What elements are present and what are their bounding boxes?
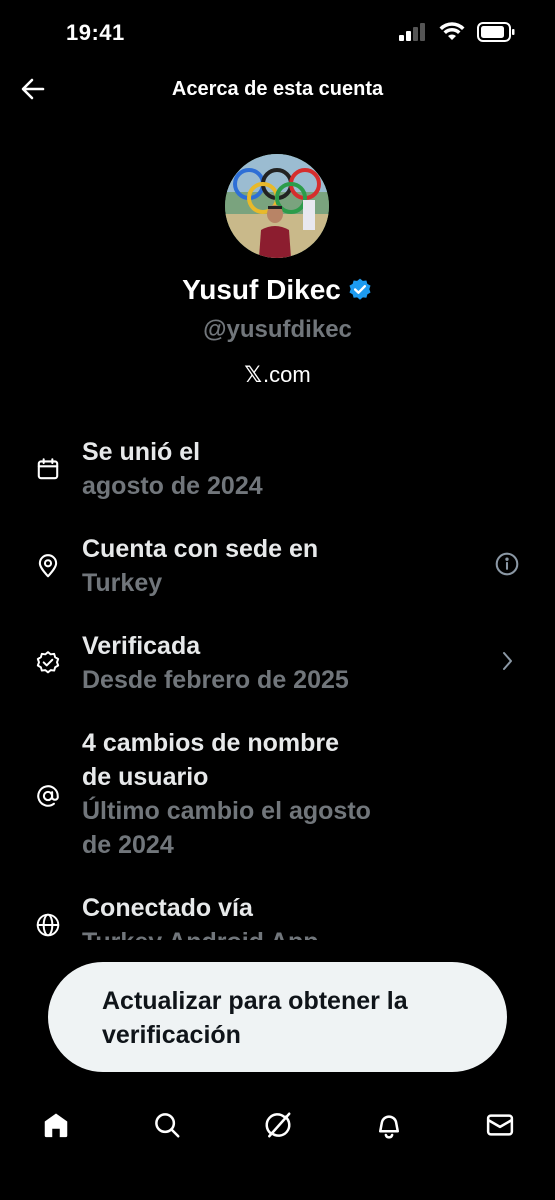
profile-name-text: Yusuf Dikec xyxy=(182,274,341,305)
location-pin-icon xyxy=(33,551,63,581)
info-row-subtitle: Último cambio el agosto xyxy=(82,797,371,825)
info-icon[interactable] xyxy=(493,550,521,578)
profile-website-text: .com xyxy=(263,362,311,387)
info-row-title: Conectado vía xyxy=(82,894,253,922)
info-row-text: Se unió el agosto de 2024 xyxy=(82,435,442,503)
info-row-text: 4 cambios de nombre de usuario Último ca… xyxy=(82,726,442,862)
tab-search[interactable] xyxy=(150,1108,184,1142)
wifi-icon xyxy=(439,22,465,40)
mail-icon xyxy=(486,1114,514,1136)
bottom-tab-bar xyxy=(0,1100,555,1150)
upgrade-verification-button[interactable]: Actualizar para obtener la verificación xyxy=(48,962,507,1072)
profile-name: Yusuf Dikec xyxy=(0,274,555,306)
tab-notifications[interactable] xyxy=(372,1108,406,1142)
battery-icon xyxy=(477,22,515,42)
bell-icon xyxy=(379,1115,399,1139)
status-icons xyxy=(399,22,515,42)
info-row-subtitle: agosto de 2024 xyxy=(82,472,263,500)
home-icon xyxy=(44,1113,68,1138)
verified-badge-icon xyxy=(349,278,371,300)
grok-icon xyxy=(265,1112,291,1138)
info-row-title-line-2: de usuario xyxy=(82,763,209,791)
tab-messages[interactable] xyxy=(483,1108,517,1142)
at-sign-icon xyxy=(33,781,63,811)
verified-badge-outline-icon xyxy=(33,648,63,678)
info-row-subtitle: Turkey Android App xyxy=(82,925,442,940)
avatar[interactable] xyxy=(225,154,329,258)
info-row-title: 4 cambios de nombre xyxy=(82,729,340,757)
info-row-title: Cuenta con sede en xyxy=(82,535,319,563)
account-info-list: Se unió el agosto de 2024 Cuenta con sed… xyxy=(0,430,555,940)
info-row-text: Verificada Desde febrero de 2025 xyxy=(82,629,442,697)
calendar-icon xyxy=(33,454,63,484)
globe-icon xyxy=(33,910,63,940)
profile-handle: @yusufdikec xyxy=(203,316,352,343)
upgrade-verification-label: Actualizar para obtener la verificación xyxy=(102,987,408,1049)
page-title: Acerca de esta cuenta xyxy=(171,78,384,100)
profile-website[interactable]: 𝕏 .com xyxy=(0,362,555,388)
header: Acerca de esta cuenta xyxy=(0,64,555,116)
info-row-subtitle-line-2: de 2024 xyxy=(82,831,174,859)
status-bar: 19:41 xyxy=(0,0,555,64)
search-icon xyxy=(155,1113,180,1138)
info-row-subtitle: Desde febrero de 2025 xyxy=(82,666,349,694)
x-logo-icon: 𝕏 xyxy=(244,362,263,387)
chevron-right-icon xyxy=(493,647,521,675)
cellular-signal-icon xyxy=(399,23,425,41)
info-row-title: Verificada xyxy=(82,632,201,660)
info-row-subtitle: Turkey xyxy=(82,569,163,597)
info-row-title: Se unió el xyxy=(82,438,201,466)
info-row-text: Cuenta con sede en Turkey xyxy=(82,532,442,600)
info-row-text: Conectado vía Turkey Android App xyxy=(82,891,442,940)
tab-grok[interactable] xyxy=(261,1108,295,1142)
status-time: 19:41 xyxy=(66,20,125,45)
tab-home[interactable] xyxy=(39,1108,73,1142)
avatar-image xyxy=(225,154,329,258)
